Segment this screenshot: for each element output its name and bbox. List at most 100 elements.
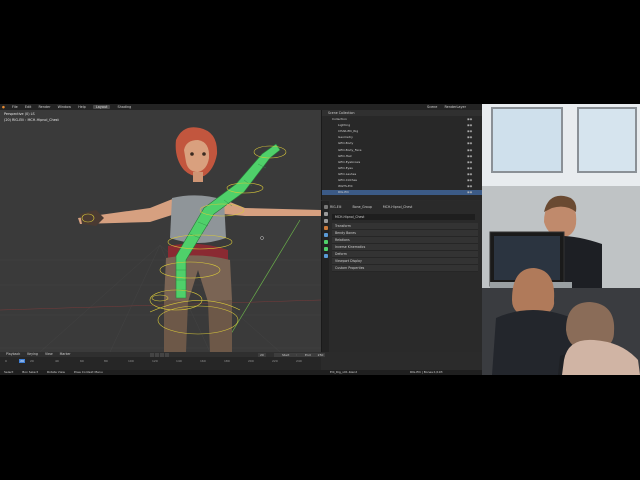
visibility-toggle-icon[interactable]: ◉◉: [467, 160, 477, 164]
presenter-camera-feed: [482, 104, 640, 375]
menu-render[interactable]: Render: [38, 105, 50, 109]
output-tab-icon[interactable]: [323, 219, 328, 223]
outliner-row-label: WGTS-Elli: [338, 184, 353, 189]
tick-label: 220: [272, 359, 278, 363]
menu-marker[interactable]: Marker: [60, 352, 71, 356]
outliner-row[interactable]: WGTS-Elli ◉◉: [322, 184, 482, 189]
properties-breadcrumb: RIG-Elli Bone_Group MCH-Hipnol_Chest: [330, 204, 480, 210]
jump-end-icon[interactable]: [165, 352, 169, 357]
visibility-toggle-icon[interactable]: ◉◉: [467, 136, 477, 139]
constraint-tab-icon[interactable]: [323, 254, 328, 258]
menu-help[interactable]: Help: [78, 105, 86, 109]
character-model[interactable]: [78, 127, 321, 352]
tool-tab-icon[interactable]: [323, 205, 328, 209]
properties-editor[interactable]: RIG-Elli Bone_Group MCH-Hipnol_Chest MCH…: [321, 201, 482, 352]
bone-name-field[interactable]: MCH-Hipnol_Chest: [332, 214, 475, 220]
armature-tab-icon[interactable]: [323, 240, 328, 244]
blender-logo-icon[interactable]: ●: [2, 105, 5, 109]
tick-label: 200: [248, 359, 254, 363]
object-tab-icon[interactable]: [323, 226, 328, 230]
workspace-tab-shading[interactable]: Shading: [118, 105, 132, 109]
menu-playback[interactable]: Playback: [6, 352, 20, 356]
status-rotate-view: Rotate View: [47, 370, 65, 374]
outliner-row[interactable]: Geometry ◉◉: [322, 135, 482, 140]
visibility-toggle-icon[interactable]: ◉◉: [467, 118, 477, 121]
tick-label: 180: [224, 359, 230, 363]
outliner-row[interactable]: Lighting ◉◉: [322, 123, 482, 128]
outliner-row[interactable]: GEO-Body_Face ◉◉: [322, 148, 482, 153]
jump-start-icon[interactable]: [150, 352, 154, 357]
modifier-tab-icon[interactable]: [323, 233, 328, 237]
tick-label: 20: [30, 359, 34, 363]
visibility-toggle-icon[interactable]: ◉◉: [467, 124, 477, 127]
bone-tab-icon[interactable]: [323, 247, 328, 251]
panel-deform[interactable]: Deform: [332, 251, 478, 258]
outliner-row[interactable]: GEO-Body ◉◉: [322, 141, 482, 146]
3d-viewport[interactable]: Perspective (0) LS (20) RIG-Elli : MCH-H…: [0, 110, 321, 352]
visibility-toggle-icon[interactable]: ◉◉: [467, 148, 477, 152]
tick-label: 80: [104, 359, 108, 363]
visibility-toggle-icon[interactable]: ◉◉: [467, 154, 477, 158]
visibility-toggle-icon[interactable]: ◉◉: [467, 130, 477, 133]
outliner-header: Scene Collection: [322, 110, 482, 116]
panel-relations[interactable]: Relations: [332, 237, 478, 244]
outliner-row-label: GEO-Eyebrows: [338, 159, 361, 164]
visibility-toggle-icon[interactable]: ◉◉: [467, 166, 477, 170]
outliner-row[interactable]: Collection ◉◉: [322, 117, 482, 122]
status-info: RIG-Elli | Bones:1/193: [410, 370, 443, 374]
outliner-row-label: CHAR-Elli_Rig: [338, 129, 359, 134]
viewport-scene: [0, 127, 321, 352]
outliner-row[interactable]: GEO-Hair ◉◉: [322, 154, 482, 159]
render-tab-icon[interactable]: [323, 212, 328, 216]
menu-file[interactable]: File: [12, 105, 18, 109]
end-frame-field[interactable]: End 250: [297, 352, 326, 357]
visibility-toggle-icon[interactable]: ◉◉: [467, 172, 477, 176]
tick-label: 0: [5, 359, 7, 363]
status-box-select: Box Select: [22, 370, 39, 374]
play-icon[interactable]: [160, 352, 164, 357]
outliner-row-label: Geometry: [338, 135, 353, 140]
play-reverse-icon[interactable]: [155, 352, 159, 357]
end-value: 250: [317, 352, 324, 357]
workspace-tab-layout[interactable]: Layout: [92, 105, 111, 109]
playhead[interactable]: 20: [19, 359, 25, 363]
x-axis-line: [0, 299, 321, 311]
panel-viewport-display[interactable]: Viewport Display: [332, 258, 478, 265]
menu-edit[interactable]: Edit: [25, 105, 32, 109]
tick-label: 140: [176, 359, 182, 363]
timeline-header: Playback Keying View Marker 20 Start 1 E…: [0, 352, 326, 357]
outliner-row[interactable]: RIG-Elli ◉◉: [322, 190, 482, 195]
outliner-row[interactable]: GEO-Eyes ◉◉: [322, 166, 482, 171]
tick-label: 60: [80, 359, 84, 363]
status-select: Select: [4, 370, 14, 374]
menu-view[interactable]: View: [45, 352, 53, 356]
outliner-row-label: GEO-Eyes: [338, 165, 353, 170]
outliner[interactable]: Scene Collection Collection ◉◉ Lighting ◉◉ C…: [321, 110, 482, 200]
panel-bendy-bones[interactable]: Bendy Bones: [332, 230, 478, 237]
tick-label: 40: [55, 359, 59, 363]
tick-label: 160: [200, 359, 206, 363]
frame-ruler[interactable]: 0 20 40 60 80 100 120 140 160 180 200 22…: [0, 358, 321, 364]
outliner-row[interactable]: CHAR-Elli_Rig ◉◉: [322, 129, 482, 134]
start-label: Start: [282, 352, 290, 357]
panel-inverse-kinematics[interactable]: Inverse Kinematics: [332, 244, 478, 251]
visibility-toggle-icon[interactable]: ◉◉: [467, 142, 477, 145]
visibility-toggle-icon[interactable]: ◉◉: [467, 179, 477, 182]
outliner-row[interactable]: GEO-Eyebrows ◉◉: [322, 160, 482, 165]
outliner-row[interactable]: GEO-Lashes ◉◉: [322, 172, 482, 177]
panel-custom-properties[interactable]: Custom Properties: [332, 265, 478, 272]
current-frame-field[interactable]: 20: [258, 352, 266, 357]
end-label: End: [305, 352, 311, 357]
outliner-row[interactable]: GEO-Clothes ◉◉: [322, 178, 482, 183]
panel-transform[interactable]: Transform: [332, 223, 478, 230]
outliner-row-label: GEO-Lashes: [338, 171, 357, 176]
tick-label: 120: [152, 359, 158, 363]
visibility-toggle-icon[interactable]: ◉◉: [467, 185, 477, 188]
3d-cursor-icon: [260, 236, 264, 240]
visibility-toggle-icon[interactable]: ◉◉: [467, 191, 477, 194]
timeline-editor[interactable]: Playback Keying View Marker 20 Start 1 E…: [0, 352, 326, 370]
menu-keying[interactable]: Keying: [27, 352, 38, 356]
outliner-row-label: GEO-Clothes: [338, 178, 357, 182]
outliner-title: Scene Collection: [328, 111, 355, 115]
menu-window[interactable]: Window: [58, 105, 71, 109]
